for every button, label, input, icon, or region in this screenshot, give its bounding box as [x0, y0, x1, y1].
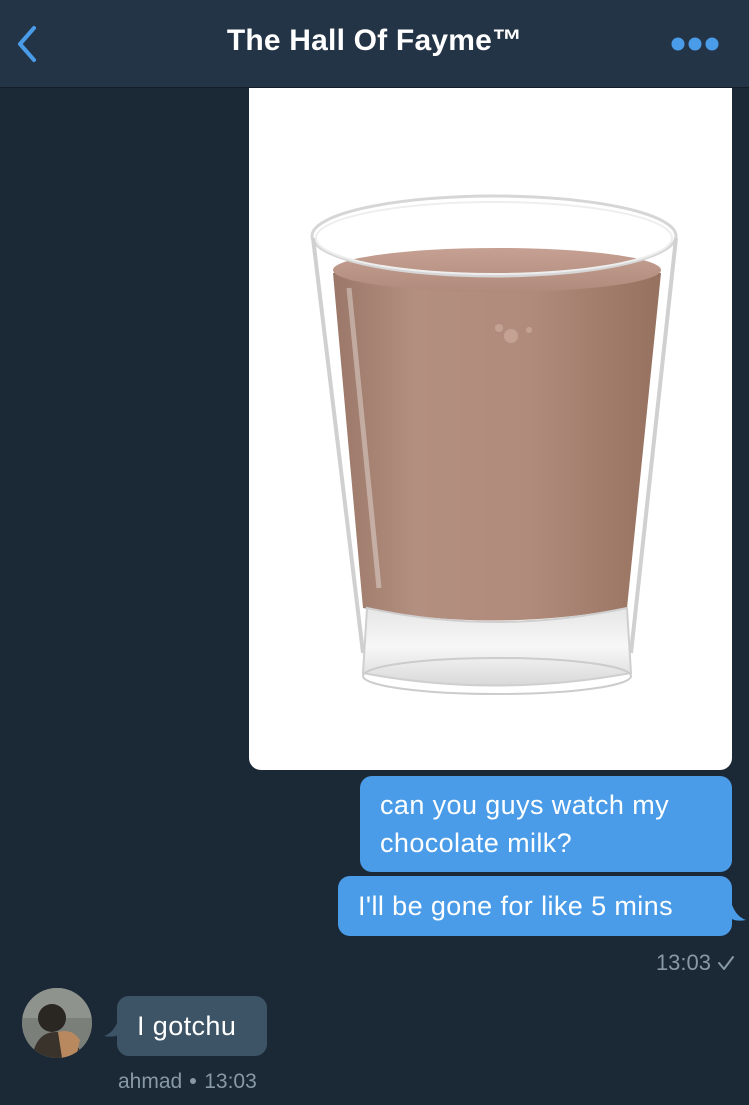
chocolate-milk-glass-photo — [310, 194, 678, 695]
sent-message-bubble[interactable]: I'll be gone for like 5 mins — [338, 876, 732, 936]
conversation-title: The Hall Of Fayme™ — [226, 24, 523, 57]
more-horizontal-icon — [671, 37, 719, 51]
bubble-tail-icon — [730, 898, 746, 921]
check-icon — [718, 956, 734, 970]
received-message-text: I gotchu — [137, 1011, 237, 1041]
sent-timestamp: 13:03 — [655, 950, 711, 975]
sent-message-bubble[interactable]: can you guys watch my chocolate milk? — [360, 776, 732, 872]
sent-image-message[interactable] — [249, 88, 732, 770]
user-avatar-photo — [22, 988, 92, 1058]
sender-name[interactable]: ahmad — [118, 1070, 182, 1093]
received-timestamp: 13:03 — [204, 1070, 257, 1093]
more-options-button[interactable] — [671, 34, 719, 54]
received-message-meta: ahmad 13:03 — [118, 1070, 257, 1094]
avatar[interactable] — [22, 988, 92, 1058]
conversation-header: The Hall Of Fayme™ — [0, 0, 749, 88]
sent-message-text: I'll be gone for like 5 mins — [358, 891, 674, 921]
separator-dot — [190, 1077, 197, 1084]
sent-message-text: can you guys watch my chocolate milk? — [380, 790, 670, 858]
received-message-bubble[interactable]: I gotchu — [117, 996, 267, 1056]
